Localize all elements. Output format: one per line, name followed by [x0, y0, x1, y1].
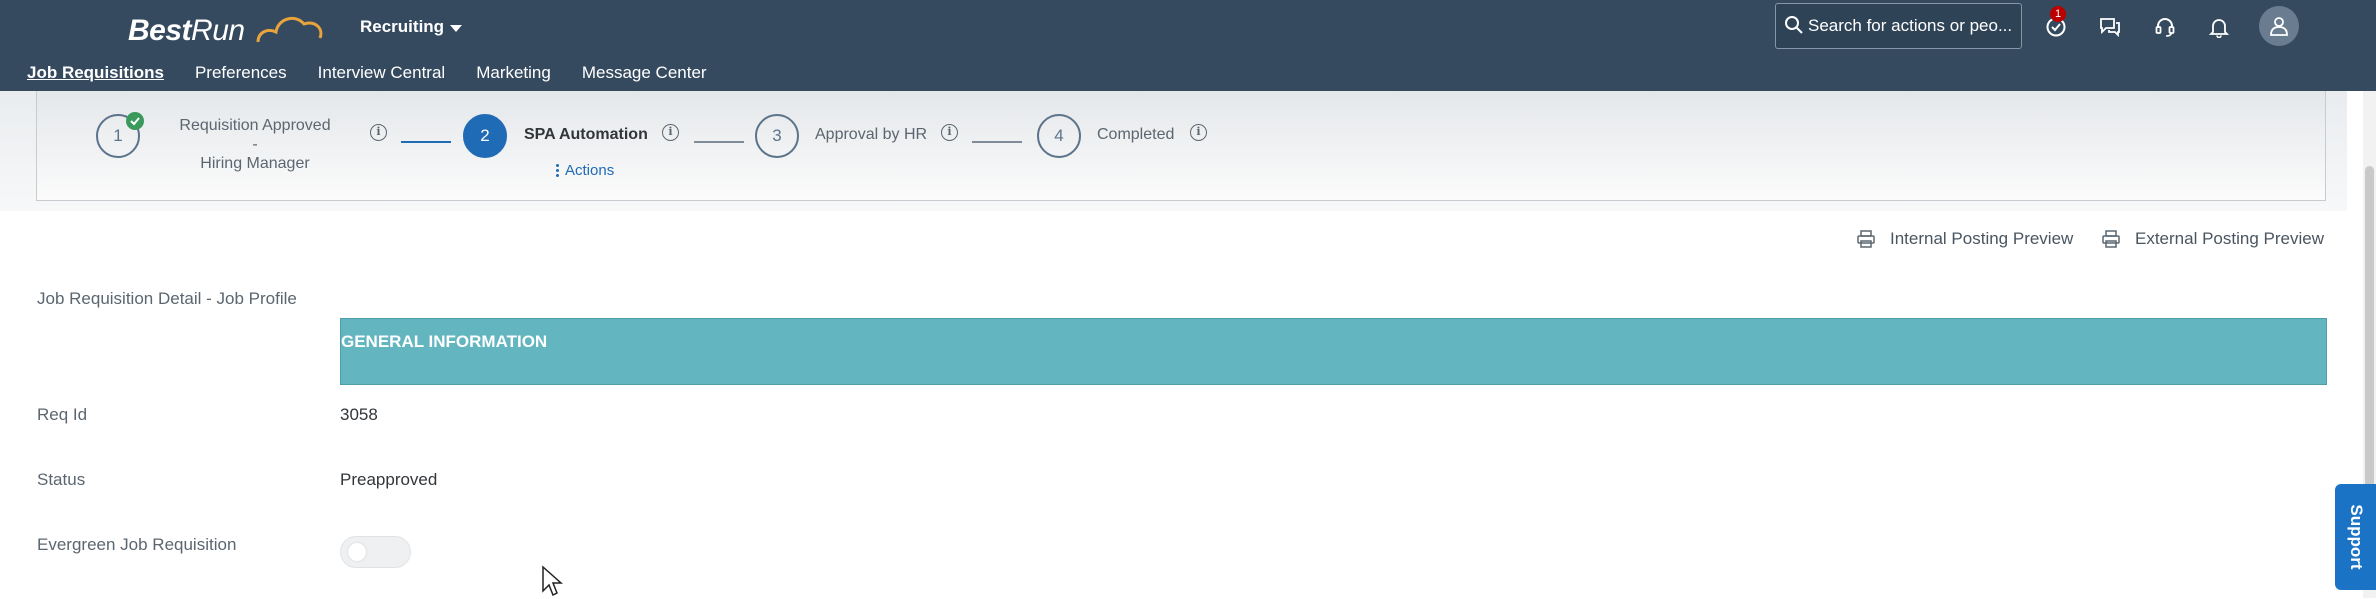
step-4-label: Completed	[1097, 126, 1175, 143]
search-icon	[1785, 16, 1803, 34]
tab-message-center[interactable]: Message Center	[582, 63, 707, 87]
step-4-circle[interactable]: 4	[1037, 114, 1081, 158]
info-icon[interactable]: i	[662, 124, 679, 141]
more-vertical-icon	[556, 164, 559, 177]
step-3-circle[interactable]: 3	[755, 114, 799, 158]
chevron-down-icon	[450, 24, 463, 32]
evergreen-toggle[interactable]	[340, 536, 411, 568]
step-3-label: Approval by HR	[815, 126, 928, 143]
section-header-label: GENERAL INFORMATION	[341, 332, 548, 351]
bestrun-logo[interactable]: BestRun	[128, 14, 323, 54]
info-icon[interactable]: i	[1190, 124, 1207, 141]
support-label: Support	[2346, 504, 2366, 570]
support-button[interactable]: Support	[2335, 484, 2376, 590]
logo-cloud-icon	[256, 16, 323, 43]
step-number: 4	[1054, 126, 1064, 145]
status-value: Preapproved	[340, 470, 438, 489]
toggle-knob	[348, 543, 366, 561]
module-tabs: Job Requisitions Preferences Interview C…	[27, 63, 738, 87]
workflow-progress-card: 1 Requisition Approved - Hiring Manager …	[36, 91, 2326, 201]
todo-count-badge: 1	[2050, 6, 2066, 22]
tab-job-requisitions[interactable]: Job Requisitions	[27, 63, 164, 87]
internal-posting-preview-link[interactable]: Internal Posting Preview	[1856, 228, 2073, 250]
actions-label: Actions	[565, 162, 615, 179]
tab-marketing[interactable]: Marketing	[476, 63, 551, 87]
logo-light-text: Run	[191, 14, 245, 47]
step-1-label-line2: Hiring Manager	[200, 155, 310, 172]
feedback-button[interactable]	[2095, 12, 2125, 42]
user-avatar[interactable]	[2259, 6, 2299, 46]
feedback-icon	[2100, 18, 2120, 38]
headset-help-icon	[2155, 18, 2175, 37]
checkmark-icon	[130, 117, 140, 126]
step-1-label: Requisition Approved - Hiring Manager	[175, 116, 335, 173]
search-field[interactable]	[1775, 3, 2022, 49]
completed-check-icon	[126, 112, 144, 130]
printer-icon	[1857, 230, 1875, 248]
logo-bold-text: Best	[128, 14, 192, 47]
workflow-progress-area: 1 Requisition Approved - Hiring Manager …	[0, 91, 2347, 211]
info-icon[interactable]: i	[370, 124, 387, 141]
info-icon[interactable]: i	[941, 124, 958, 141]
external-posting-preview-label: External Posting Preview	[2135, 229, 2324, 248]
form-section-title: Job Requisition Detail - Job Profile	[37, 289, 297, 308]
mouse-pointer-icon	[542, 565, 563, 597]
tab-preferences[interactable]: Preferences	[195, 63, 287, 87]
step-number: 2	[480, 126, 490, 145]
tab-interview-central[interactable]: Interview Central	[318, 63, 446, 87]
req-id-label: Req Id	[37, 405, 88, 424]
req-id-value: 3058	[340, 405, 378, 424]
external-posting-preview-link[interactable]: External Posting Preview	[2101, 228, 2324, 250]
user-icon	[2270, 17, 2288, 36]
help-button[interactable]	[2150, 12, 2180, 42]
status-label: Status	[37, 470, 86, 489]
evergreen-label: Evergreen Job Requisition	[37, 535, 237, 554]
step-connector	[401, 141, 451, 143]
step-2-circle[interactable]: 2	[463, 114, 507, 158]
module-switcher-button[interactable]: Recruiting	[360, 14, 463, 40]
bell-icon	[2208, 19, 2230, 38]
step-connector	[694, 141, 744, 143]
step-actions-link[interactable]: Actions	[556, 162, 614, 179]
step-number: 1	[113, 126, 123, 145]
step-number: 3	[772, 126, 782, 145]
step-2-label: SPA Automation	[524, 126, 648, 143]
notifications-button[interactable]	[2204, 12, 2234, 42]
search-input[interactable]	[1808, 12, 2013, 40]
shell-bar: BestRun Recruiting 1	[0, 0, 2376, 91]
module-label: Recruiting	[360, 17, 445, 36]
step-1-label-line1: Requisition Approved -	[179, 117, 331, 153]
general-information-header: GENERAL INFORMATION	[340, 318, 2327, 385]
printer-icon	[2102, 230, 2120, 248]
internal-posting-preview-label: Internal Posting Preview	[1890, 229, 2074, 248]
step-connector	[972, 141, 1022, 143]
